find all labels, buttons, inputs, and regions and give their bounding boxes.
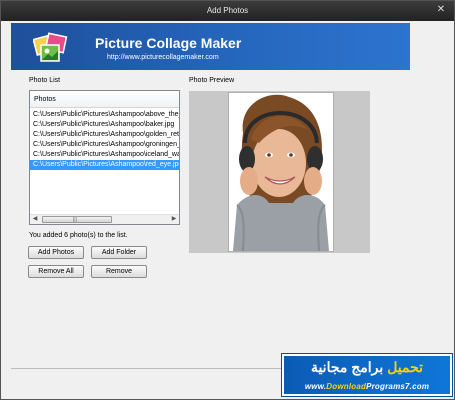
watermark-site-prefix: www. xyxy=(304,382,327,391)
list-item[interactable]: C:\Users\Public\Pictures\Ashampoo\above_… xyxy=(30,110,179,120)
watermark-badge: تحميل برامج مجانية www.DownloadPrograms7… xyxy=(281,353,453,397)
close-icon[interactable]: ✕ xyxy=(434,3,448,17)
remove-all-button[interactable]: Remove All xyxy=(28,265,84,278)
watermark-site: www.DownloadPrograms7.com xyxy=(284,382,450,391)
watermark-arabic: تحميل برامج مجانية xyxy=(284,359,450,376)
window-title: Add Photos xyxy=(206,6,249,15)
scroll-right-icon[interactable]: ▶ xyxy=(169,215,179,224)
app-title: Picture Collage Maker xyxy=(95,35,242,51)
footer-divider xyxy=(11,368,291,369)
photo-preview-label: Photo Preview xyxy=(189,77,235,84)
collage-photos-icon xyxy=(33,32,68,62)
watermark-site-suffix: 7.com xyxy=(405,382,430,391)
scroll-left-icon[interactable]: ◀ xyxy=(30,215,40,224)
status-text: You added 6 photo(s) to the list. xyxy=(29,232,128,239)
title-bar[interactable]: Add Photos ✕ xyxy=(1,1,454,21)
preview-image-frame xyxy=(228,92,334,252)
app-banner: Picture Collage Maker http://www.picture… xyxy=(11,23,410,70)
list-item[interactable]: C:\Users\Public\Pictures\Ashampoo\baker.… xyxy=(30,120,179,130)
add-folder-button[interactable]: Add Folder xyxy=(91,246,147,259)
list-column-header[interactable]: Photos xyxy=(30,91,179,108)
list-item[interactable]: C:\Users\Public\Pictures\Ashampoo\gronin… xyxy=(30,140,179,150)
photo-preview-panel xyxy=(189,91,370,253)
horizontal-scrollbar[interactable]: ◀ ||| ▶ xyxy=(30,214,179,224)
add-photos-dialog: Add Photos ✕ Picture Collage Maker http:… xyxy=(0,0,455,400)
app-url: http://www.picturecollagemaker.com xyxy=(107,54,219,61)
watermark-arabic-main: برامج مجانية xyxy=(310,359,384,375)
list-item[interactable]: C:\Users\Public\Pictures\Ashampoo\golden… xyxy=(30,130,179,140)
watermark-arabic-accent: تحميل xyxy=(387,359,424,375)
watermark-site-mid: Programs xyxy=(366,382,406,391)
scrollbar-thumb[interactable]: ||| xyxy=(42,216,112,223)
watermark-site-name: Download xyxy=(326,382,367,391)
list-item[interactable]: C:\Users\Public\Pictures\Ashampoo\icelan… xyxy=(30,150,179,160)
photo-list-label: Photo List xyxy=(29,77,61,84)
list-item-selected[interactable]: C:\Users\Public\Pictures\Ashampoo\red_ey… xyxy=(30,160,179,170)
grip-icon: ||| xyxy=(73,217,77,223)
add-photos-button[interactable]: Add Photos xyxy=(28,246,84,259)
remove-button[interactable]: Remove xyxy=(91,265,147,278)
photo-list[interactable]: Photos C:\Users\Public\Pictures\Ashampoo… xyxy=(29,90,180,225)
woman-with-headphones-photo xyxy=(229,93,333,252)
